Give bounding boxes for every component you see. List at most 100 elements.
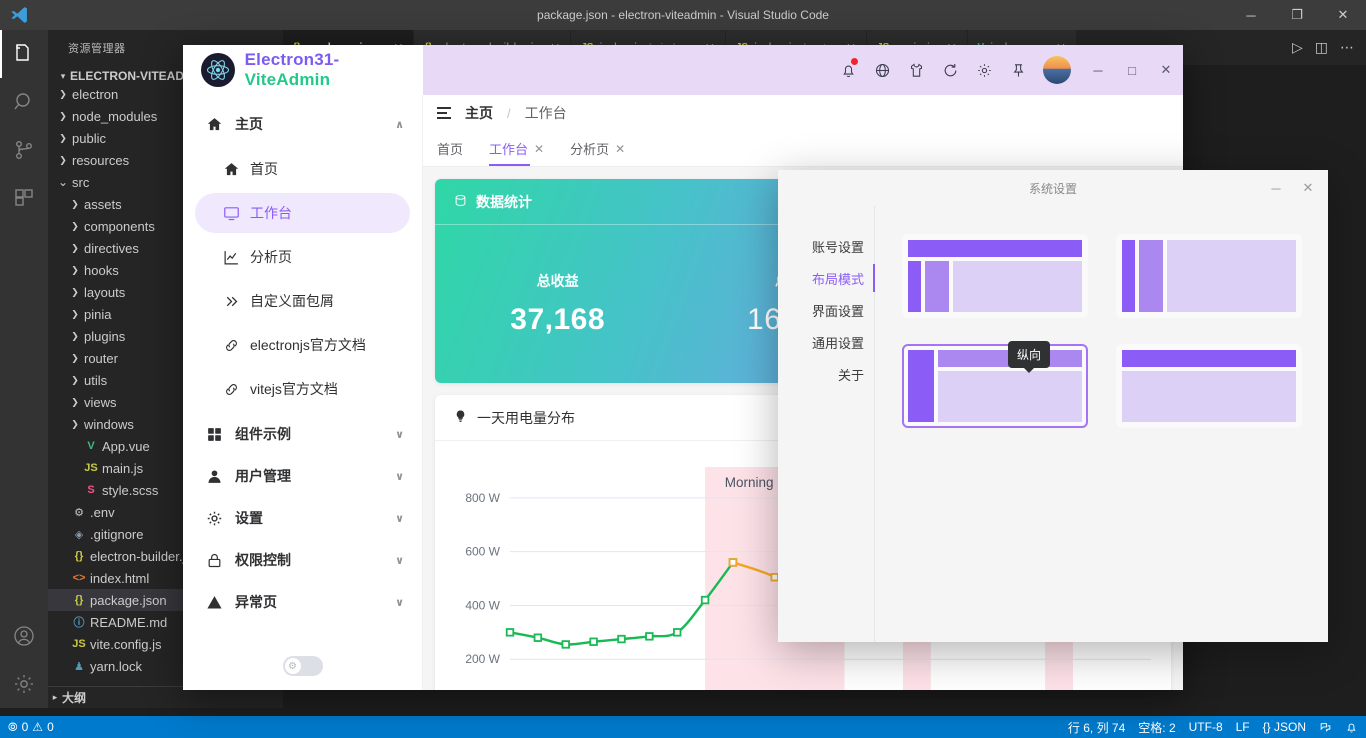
sidebar-item-chart[interactable]: 分析页	[195, 237, 410, 277]
status-cursor-position[interactable]: 行 6, 列 74	[1068, 719, 1125, 736]
run-icon[interactable]: ▷	[1292, 39, 1303, 56]
nav-group-home[interactable]: 主页∧	[183, 103, 422, 145]
language-globe-icon[interactable]	[865, 45, 899, 95]
status-eol[interactable]: LF	[1236, 720, 1250, 734]
vscode-minimize-button[interactable]: ─	[1228, 0, 1274, 30]
nav-group-grid[interactable]: 组件示例∨	[183, 413, 422, 455]
status-encoding[interactable]: UTF-8	[1189, 720, 1223, 734]
sidebar-item-link[interactable]: vitejs官方文档	[195, 369, 410, 409]
tree-item-label: public	[72, 131, 106, 146]
nav-group-lock[interactable]: 权限控制∨	[183, 539, 422, 581]
chevron-right-icon: ❯	[68, 397, 82, 408]
page-tab-close-icon[interactable]: ✕	[534, 142, 544, 156]
user-icon	[205, 468, 223, 485]
status-problems[interactable]: ⦾ 0 ⚠ 0	[8, 720, 54, 735]
settings-nav-item[interactable]: 界面设置	[778, 294, 874, 326]
chart-data-point	[702, 597, 709, 604]
tree-item-label: index.html	[90, 571, 149, 586]
chart-ytick-label: 600 W	[465, 545, 500, 559]
collapse-switch[interactable]: ⚙	[283, 656, 323, 676]
settings-nav-item[interactable]: 通用设置	[778, 326, 874, 358]
chevron-icon: ∨	[395, 428, 404, 441]
source-control-icon[interactable]	[0, 126, 48, 174]
breadcrumb-separator: /	[507, 106, 511, 121]
chevron-icon: ∧	[395, 118, 404, 131]
sidebar-item-link[interactable]: electronjs官方文档	[195, 325, 410, 365]
chart-ytick-label: 200 W	[465, 652, 500, 666]
extensions-icon[interactable]	[0, 174, 48, 222]
breadcrumb-root[interactable]: 主页	[465, 103, 493, 123]
chart-data-point	[562, 641, 569, 648]
nav-group-user[interactable]: 用户管理∨	[183, 455, 422, 497]
nav-group-gear[interactable]: 设置∨	[183, 497, 422, 539]
settings-dialog-title: 系统设置	[1029, 180, 1077, 197]
settings-nav: 账号设置布局模式界面设置通用设置关于	[778, 206, 875, 642]
status-language-mode[interactable]: {} JSON	[1263, 720, 1306, 734]
chevron-right-icon: ❯	[68, 199, 82, 210]
account-icon[interactable]	[0, 612, 48, 660]
page-tab[interactable]: 首页	[437, 131, 463, 166]
menu-collapse-icon[interactable]	[437, 107, 451, 119]
status-left: ⦾ 0 ⚠ 0	[8, 720, 54, 735]
remote-icon[interactable]	[1319, 721, 1332, 734]
explorer-icon[interactable]	[0, 30, 48, 78]
settings-nav-item[interactable]: 关于	[778, 358, 874, 390]
avatar[interactable]	[1043, 56, 1071, 84]
electron-logo-icon	[201, 53, 235, 87]
sidebar-item-home[interactable]: 首页	[195, 149, 410, 189]
chart-data-point	[590, 638, 597, 645]
sidebar-item-label: 首页	[250, 159, 278, 179]
layout-top[interactable]	[1116, 344, 1302, 428]
settings-nav-item[interactable]: 账号设置	[778, 230, 874, 262]
chart-data-point	[507, 629, 514, 636]
page-tab[interactable]: 分析页✕	[570, 131, 625, 166]
tree-item-label: electron	[72, 87, 118, 102]
tree-item-label: electron-builder.js	[90, 549, 192, 564]
layout-vertical[interactable]	[902, 344, 1088, 428]
vscode-maximize-button[interactable]: ❐	[1274, 0, 1320, 30]
layout-top-side[interactable]	[902, 234, 1088, 318]
nav-group-label: 异常页	[235, 592, 383, 612]
sidebar-item-chevrons-right[interactable]: 自定义面包屑	[195, 281, 410, 321]
file-type-icon: ♟	[70, 660, 88, 673]
tree-item-label: components	[84, 219, 155, 234]
link-icon	[223, 337, 240, 354]
sidebar-item-monitor[interactable]: 工作台	[195, 193, 410, 233]
explorer-title: 资源管理器	[68, 40, 126, 56]
chevron-down-icon: ▾	[56, 71, 70, 82]
data-icon	[453, 193, 468, 211]
layout-options-grid	[902, 234, 1302, 428]
status-indentation[interactable]: 空格: 2	[1138, 719, 1175, 736]
pin-icon[interactable]	[1001, 45, 1035, 95]
page-tab[interactable]: 工作台✕	[489, 131, 544, 166]
vscode-close-button[interactable]: ✕	[1320, 0, 1366, 30]
settings-nav-item[interactable]: 布局模式	[778, 262, 874, 294]
vscode-editor-actions: ▷ ◫ ⋯	[1280, 30, 1366, 65]
manage-gear-icon[interactable]	[0, 660, 48, 708]
tree-item-label: yarn.lock	[90, 659, 142, 674]
theme-shirt-icon[interactable]	[899, 45, 933, 95]
settings-minimize-button[interactable]: ─	[1260, 170, 1292, 206]
tree-item-label: main.js	[102, 461, 143, 476]
more-actions-icon[interactable]: ⋯	[1340, 39, 1354, 56]
tree-item-label: directives	[84, 241, 139, 256]
notification-bell-icon[interactable]	[1345, 721, 1358, 734]
app-close-button[interactable]: ✕	[1149, 45, 1183, 95]
refresh-icon[interactable]	[933, 45, 967, 95]
settings-gear-icon[interactable]	[967, 45, 1001, 95]
chevron-right-icon: ❯	[56, 89, 70, 100]
app-maximize-button[interactable]: □	[1115, 45, 1149, 95]
notification-bell-icon[interactable]	[831, 45, 865, 95]
search-icon[interactable]	[0, 78, 48, 126]
page-tab-close-icon[interactable]: ✕	[615, 142, 625, 156]
app-minimize-button[interactable]: ─	[1081, 45, 1115, 95]
layout-double-side[interactable]	[1116, 234, 1302, 318]
nav-group-warning[interactable]: 异常页∨	[183, 581, 422, 623]
file-type-icon: V	[82, 440, 100, 452]
split-editor-icon[interactable]: ◫	[1315, 39, 1328, 56]
sidebar-item-label: 分析页	[250, 247, 292, 267]
chevron-right-icon: ❯	[56, 155, 70, 166]
app-sidebar: 主页∧ 首页工作台分析页自定义面包屑electronjs官方文档vitejs官方文…	[183, 95, 423, 690]
settings-close-button[interactable]: ✕	[1292, 170, 1324, 206]
nav-group-label: 用户管理	[235, 466, 383, 486]
